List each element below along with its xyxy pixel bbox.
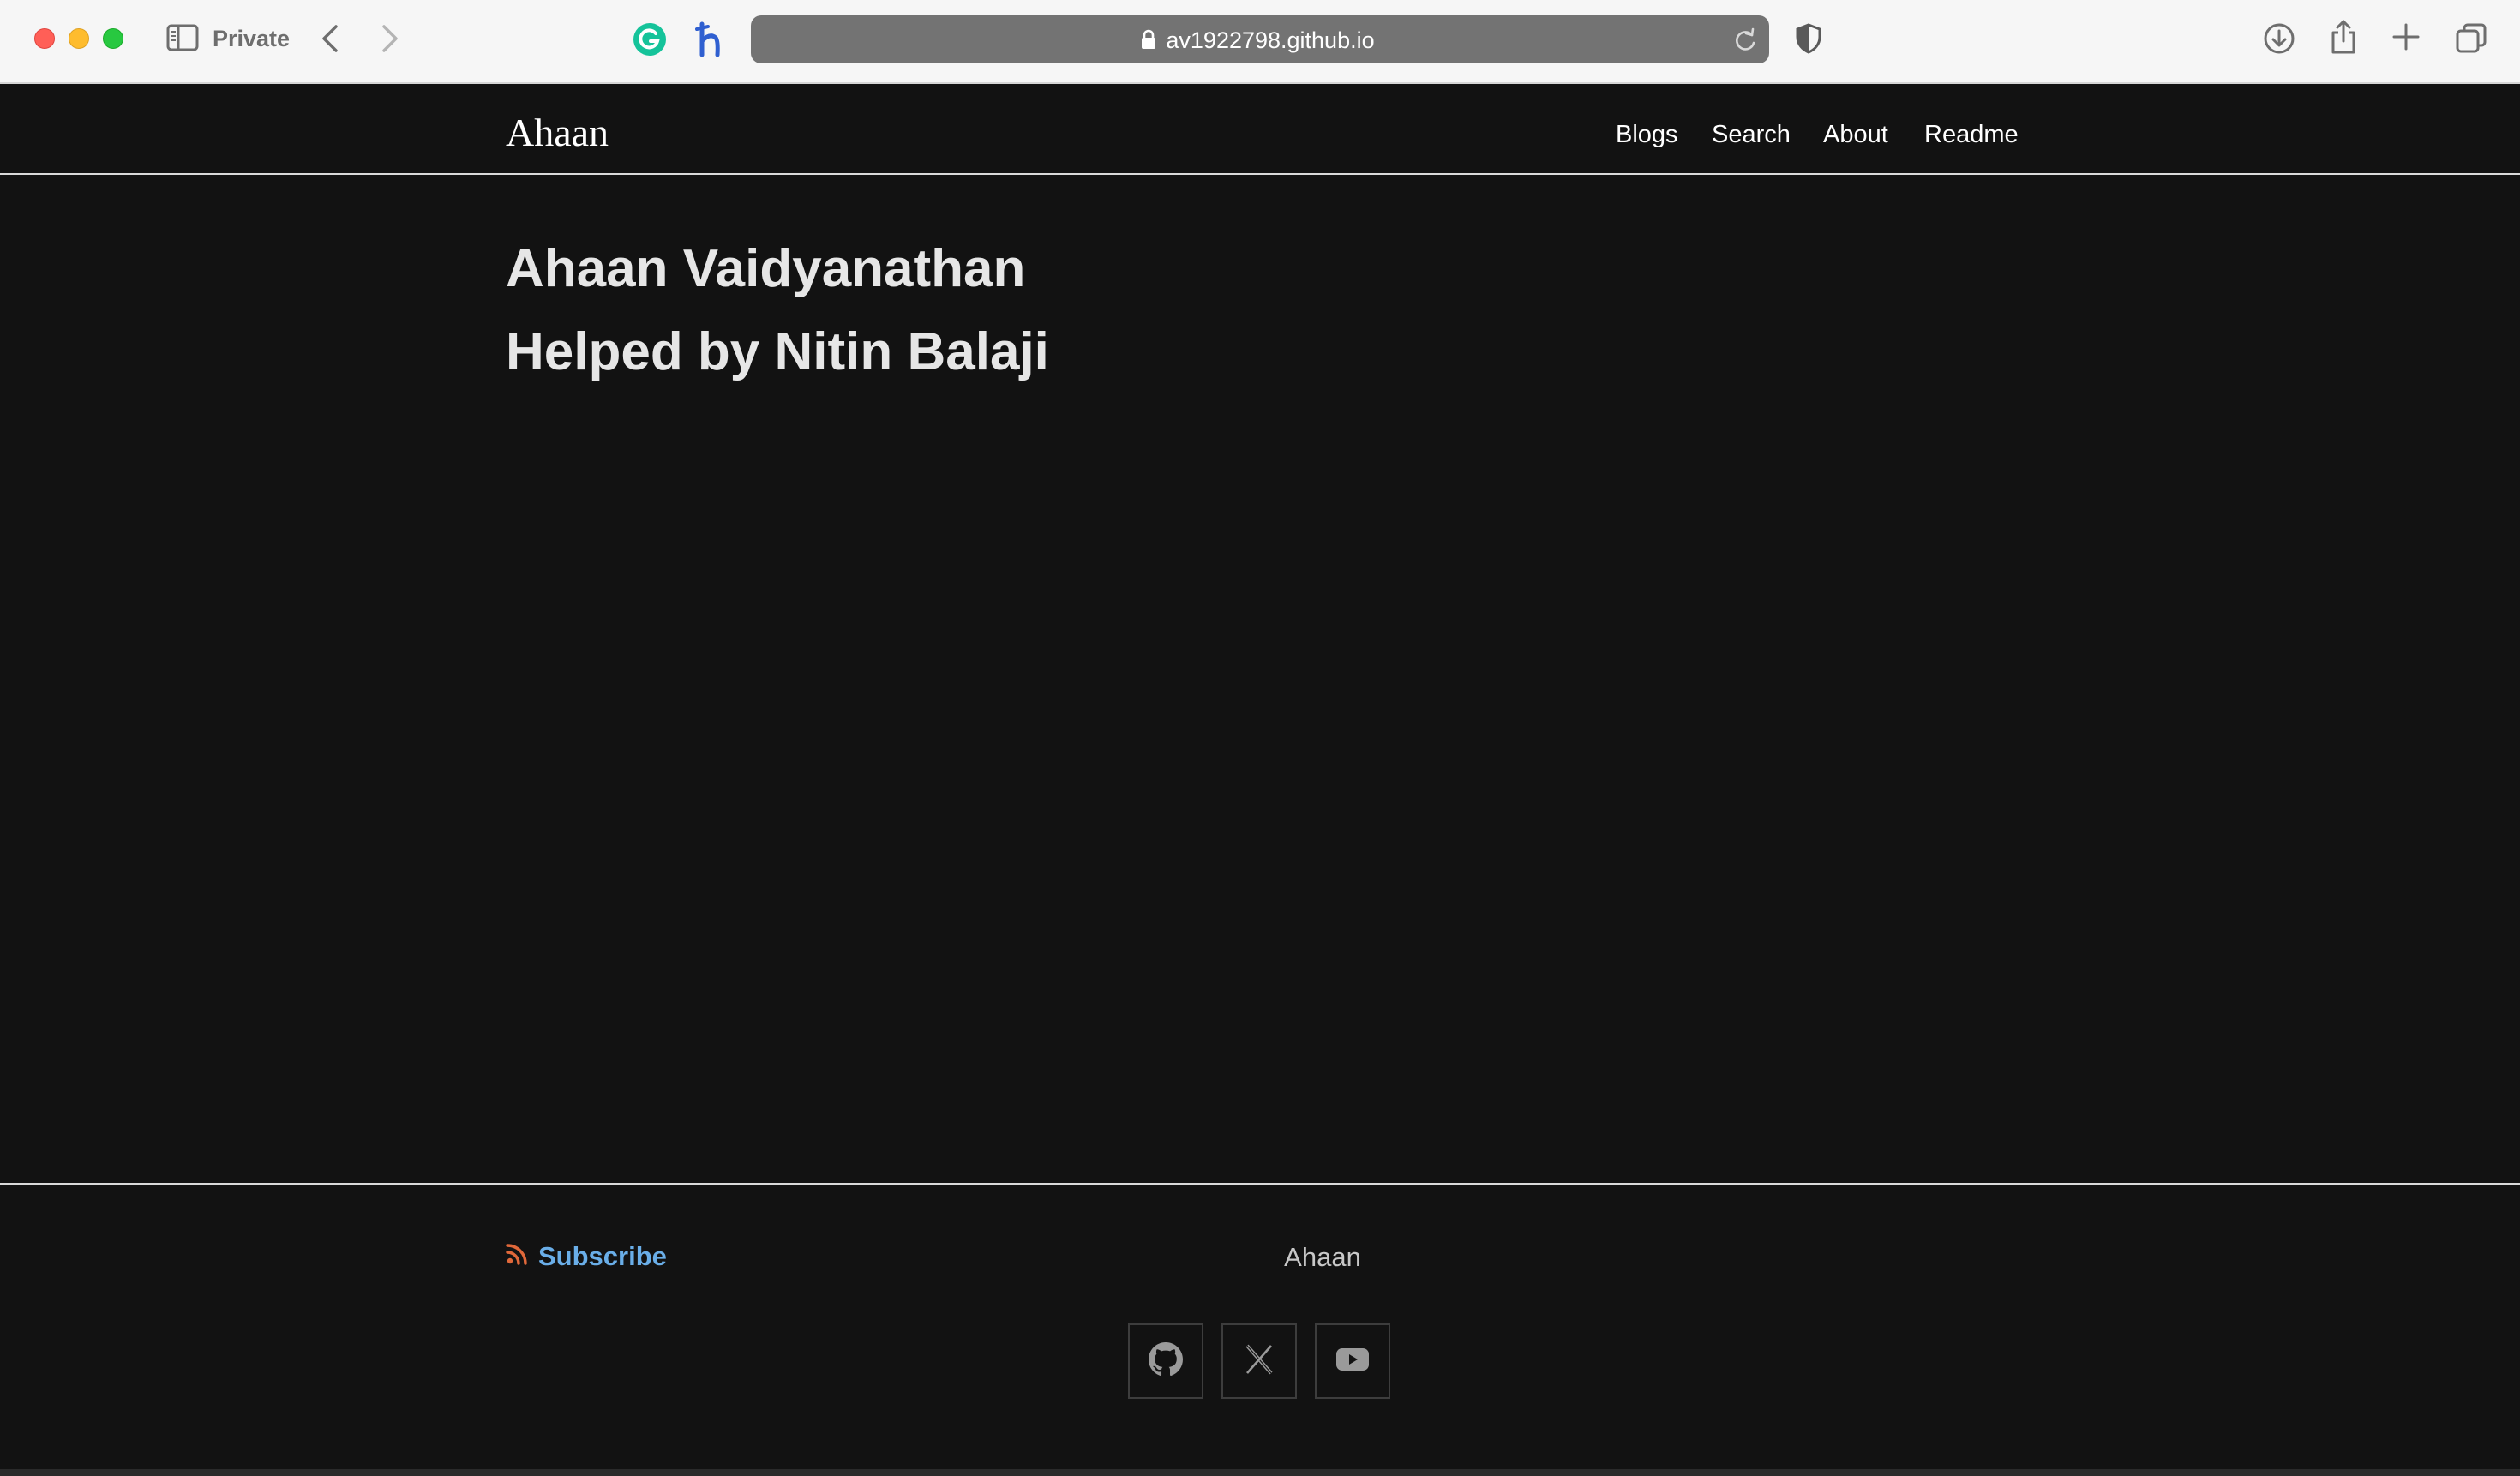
- grammarly-icon[interactable]: [633, 22, 667, 57]
- main-nav: Blogs Search About Readme: [0, 119, 2520, 153]
- tab-overview-icon[interactable]: [2455, 22, 2487, 55]
- download-icon[interactable]: [2263, 22, 2295, 55]
- close-window-button[interactable]: [34, 28, 55, 49]
- subscribe-link[interactable]: Subscribe: [506, 1239, 667, 1274]
- sidebar-icon[interactable]: [166, 24, 199, 51]
- back-icon[interactable]: [321, 24, 339, 53]
- credit-heading: Helped by Nitin Balaji: [506, 322, 1049, 381]
- reload-icon[interactable]: [1733, 27, 1757, 53]
- lock-icon: [1140, 29, 1157, 50]
- x-link[interactable]: [1221, 1323, 1297, 1399]
- nav-link-search[interactable]: Search: [1712, 119, 1791, 150]
- rss-icon: [506, 1239, 528, 1274]
- share-icon[interactable]: [2330, 19, 2357, 55]
- nav-link-about[interactable]: About: [1823, 119, 1888, 150]
- author-name-heading: Ahaan Vaidyanathan: [506, 239, 1026, 298]
- shield-icon[interactable]: [1795, 23, 1822, 54]
- browser-window: Private av1922798.github.io Ahaan Blogs …: [0, 0, 2520, 1476]
- subscribe-label: Subscribe: [538, 1241, 667, 1271]
- nav-link-readme[interactable]: Readme: [1924, 119, 2019, 150]
- x-icon: [1242, 1342, 1276, 1381]
- footer-site-name: Ahaan: [1284, 1242, 1361, 1272]
- site-footer: Subscribe Ahaan: [0, 1183, 2520, 1476]
- new-tab-icon[interactable]: [2391, 22, 2421, 51]
- url-text[interactable]: av1922798.github.io: [751, 27, 1769, 53]
- window-bottom-edge: [0, 1469, 2520, 1476]
- nav-link-blogs[interactable]: Blogs: [1616, 119, 1678, 150]
- zoom-window-button[interactable]: [103, 28, 123, 49]
- youtube-icon: [1335, 1346, 1371, 1377]
- github-icon: [1149, 1341, 1183, 1381]
- forward-icon[interactable]: [381, 24, 399, 53]
- minimize-window-button[interactable]: [69, 28, 89, 49]
- address-bar[interactable]: av1922798.github.io: [751, 15, 1769, 63]
- private-mode-label: Private: [213, 26, 291, 51]
- github-link[interactable]: [1128, 1323, 1203, 1399]
- youtube-link[interactable]: [1315, 1323, 1390, 1399]
- browser-toolbar: Private av1922798.github.io: [0, 0, 2520, 84]
- honey-icon[interactable]: [694, 21, 725, 58]
- site-header: Ahaan Blogs Search About Readme: [0, 91, 2520, 175]
